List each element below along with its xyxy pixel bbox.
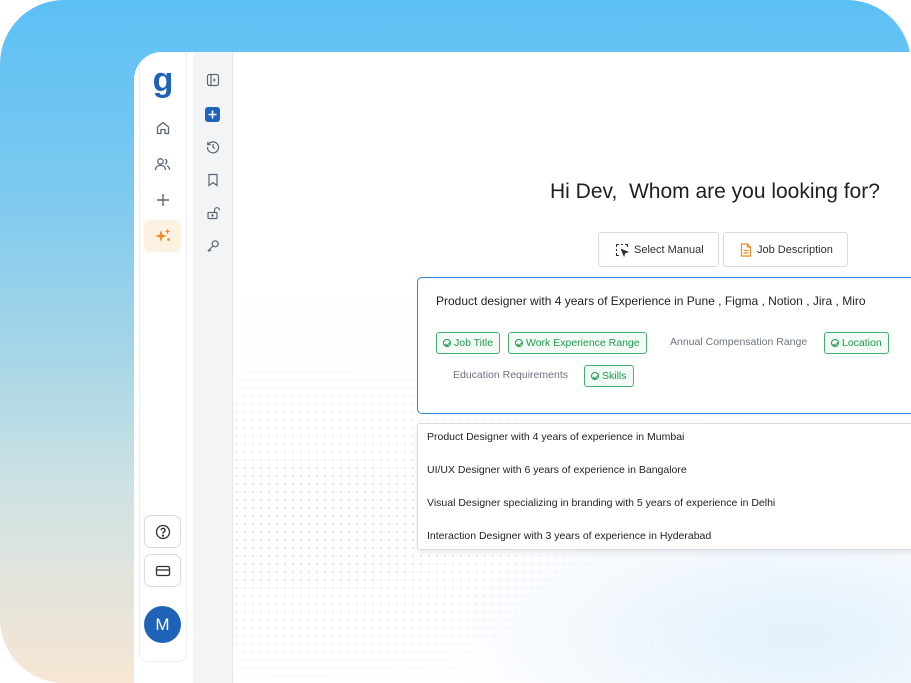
card-icon xyxy=(155,564,171,578)
tag-annual-compensation[interactable]: Annual Compensation Range xyxy=(670,336,807,348)
primary-sidebar: g M xyxy=(134,52,193,683)
suggestion-item[interactable]: Visual Designer specializing in branding… xyxy=(427,497,775,509)
select-cursor-icon xyxy=(615,243,629,257)
bookmarks-button[interactable] xyxy=(203,170,223,190)
app-window: g M Hi Dev, Whom are you looking for? Se… xyxy=(134,52,911,683)
chip-label: Work Experience Range xyxy=(526,337,640,349)
add-button[interactable] xyxy=(144,184,181,216)
chip-location[interactable]: Location xyxy=(824,332,889,354)
tag-education[interactable]: Education Requirements xyxy=(453,369,568,381)
sidebar-toggle-button[interactable] xyxy=(203,70,223,90)
sparkle-icon xyxy=(154,227,172,245)
key-icon xyxy=(206,239,220,253)
main-content: Hi Dev, Whom are you looking for? Select… xyxy=(233,52,911,683)
suggestions-dropdown: Product Designer with 4 years of experie… xyxy=(417,423,911,550)
app-logo[interactable]: g xyxy=(150,63,176,100)
chip-job-title[interactable]: Job Title xyxy=(436,332,501,354)
home-button[interactable] xyxy=(144,112,181,144)
chip-label: Skills xyxy=(602,370,627,382)
history-button[interactable] xyxy=(203,137,223,157)
select-manual-label: Select Manual xyxy=(634,243,704,256)
billing-button[interactable] xyxy=(144,554,181,587)
bookmark-icon xyxy=(207,173,219,187)
history-icon xyxy=(206,140,220,154)
avatar[interactable]: M xyxy=(144,606,181,643)
home-icon xyxy=(155,120,171,136)
sidebar-toggle-icon xyxy=(206,73,220,87)
users-icon xyxy=(154,156,171,172)
ai-search-button[interactable] xyxy=(144,220,181,252)
job-description-label: Job Description xyxy=(757,243,833,256)
chip-skills[interactable]: Skills xyxy=(584,365,634,387)
search-query-text[interactable]: Product designer with 4 years of Experie… xyxy=(436,294,866,308)
access-button[interactable] xyxy=(203,203,223,223)
select-manual-button[interactable]: Select Manual xyxy=(598,232,719,267)
suggestion-item[interactable]: Product Designer with 4 years of experie… xyxy=(427,431,684,443)
help-icon xyxy=(155,524,171,540)
search-input[interactable]: Product designer with 4 years of Experie… xyxy=(417,277,911,414)
new-icon xyxy=(208,110,217,119)
suggestion-item[interactable]: UI/UX Designer with 6 years of experienc… xyxy=(427,464,687,476)
new-search-button[interactable] xyxy=(205,107,220,122)
suggestion-item[interactable]: Interaction Designer with 3 years of exp… xyxy=(427,530,711,542)
api-keys-button[interactable] xyxy=(203,236,223,256)
check-circle-icon xyxy=(831,339,839,347)
job-description-button[interactable]: Job Description xyxy=(723,232,848,267)
chip-work-experience[interactable]: Work Experience Range xyxy=(508,332,647,354)
users-button[interactable] xyxy=(144,148,181,180)
chip-label: Job Title xyxy=(454,337,494,349)
chip-label: Location xyxy=(842,337,882,349)
document-icon xyxy=(740,242,752,257)
help-button[interactable] xyxy=(144,515,181,548)
plus-icon xyxy=(156,193,170,207)
check-circle-icon xyxy=(515,339,523,347)
page-title: Hi Dev, Whom are you looking for? xyxy=(550,180,880,203)
secondary-sidebar xyxy=(193,52,233,683)
check-circle-icon xyxy=(591,372,599,380)
check-circle-icon xyxy=(443,339,451,347)
unlock-icon xyxy=(206,206,220,220)
